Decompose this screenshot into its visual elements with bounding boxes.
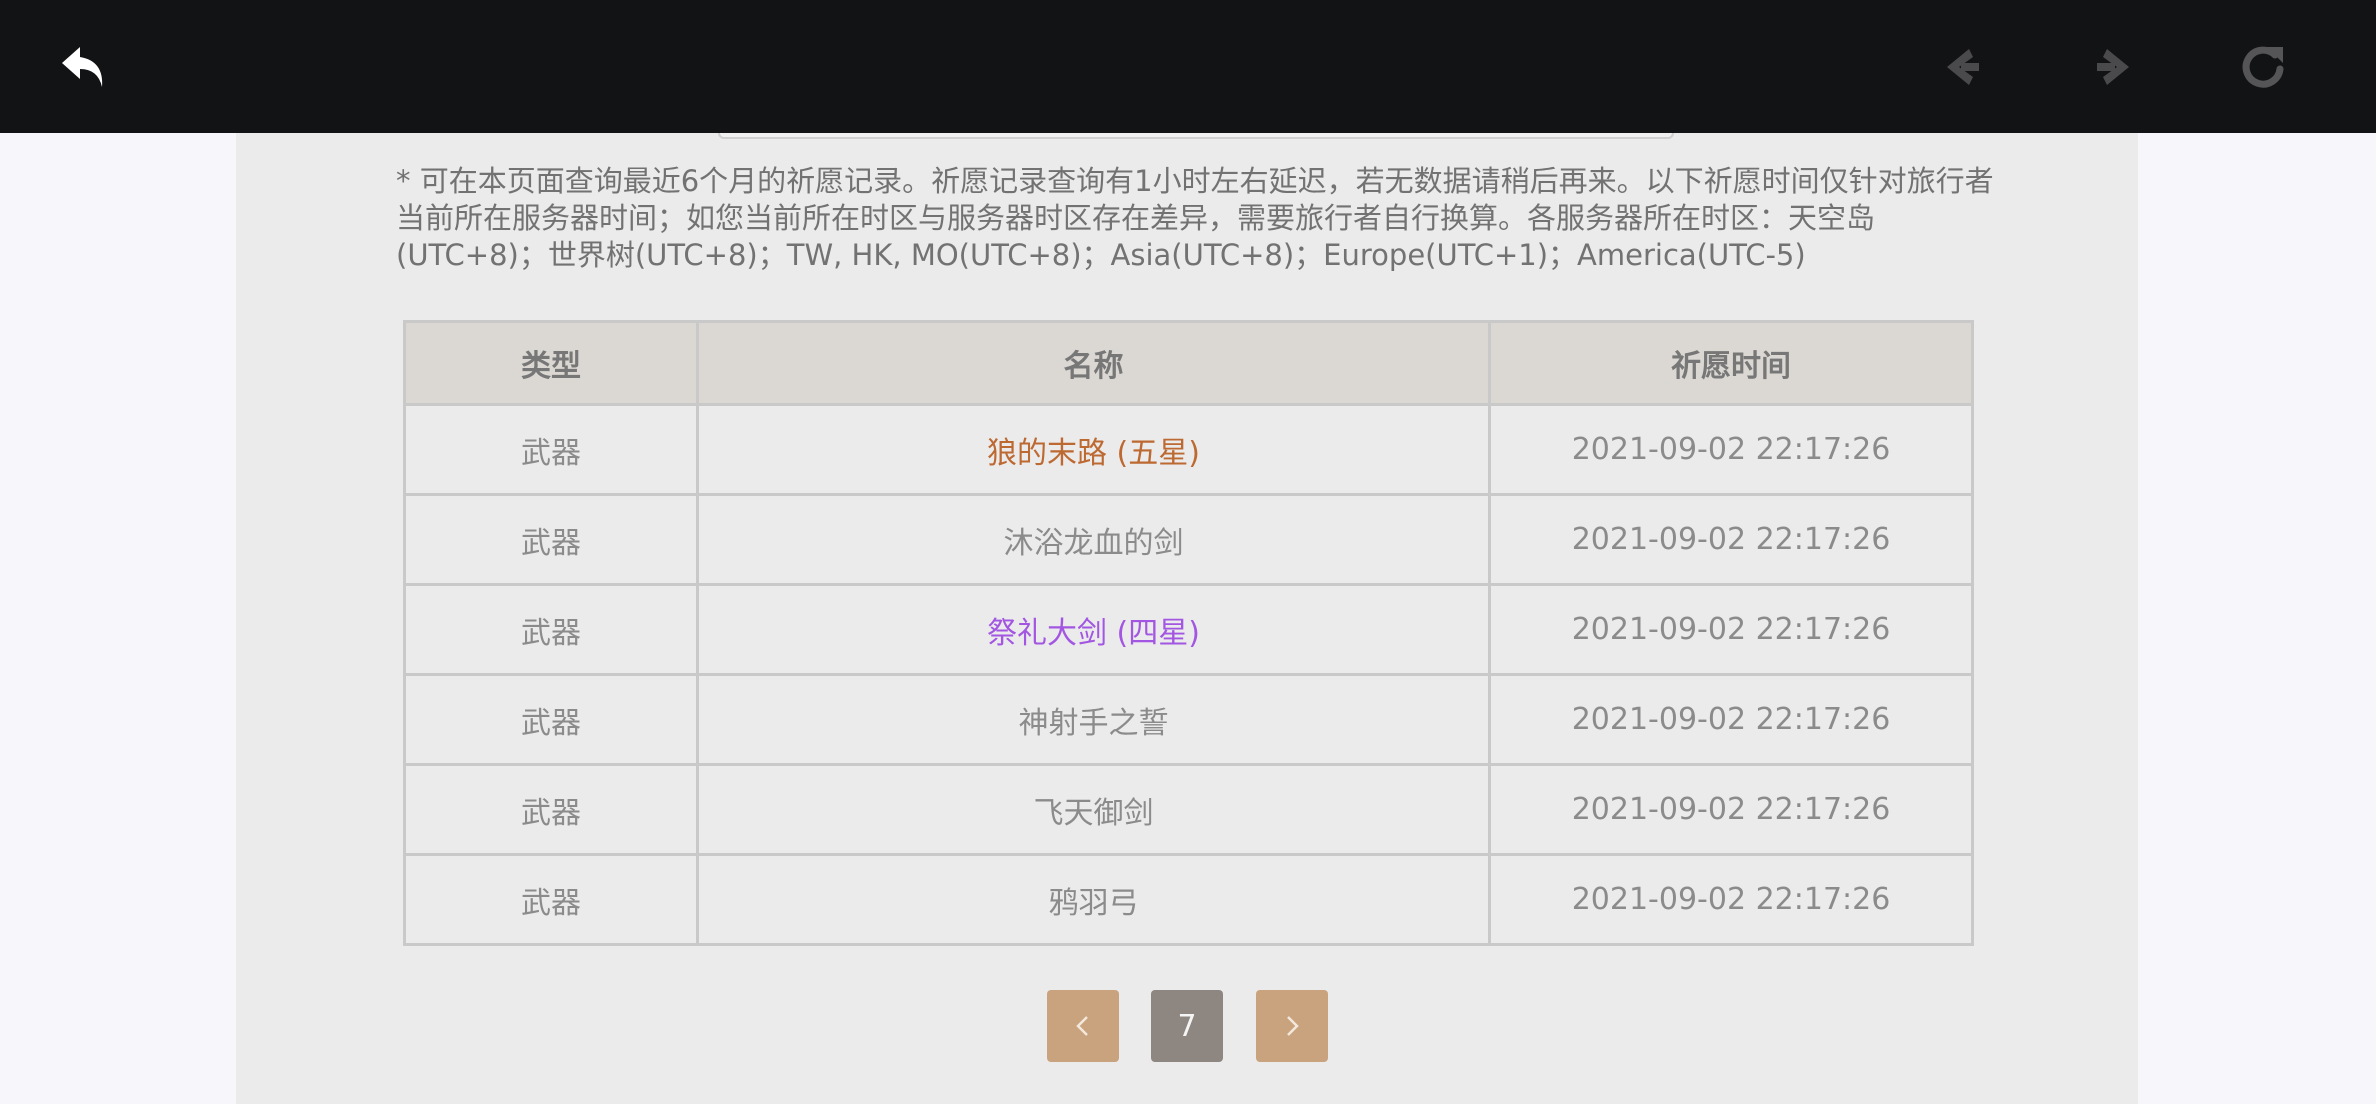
row-time: 2021-09-02 22:17:26 — [1488, 403, 1974, 496]
table-row: 武器 飞天御剑 2021-09-02 22:17:26 — [403, 763, 1974, 856]
prev-page-button[interactable] — [1047, 990, 1119, 1062]
row-time: 2021-09-02 22:17:26 — [1488, 763, 1974, 856]
top-toolbar — [0, 0, 2376, 133]
refresh-button[interactable] — [2232, 36, 2294, 98]
table-header-row: 类型 名称 祈愿时间 — [403, 320, 1974, 406]
table-row: 武器 鸦羽弓 2021-09-02 22:17:26 — [403, 853, 1974, 946]
row-item-name: 鸦羽弓 — [696, 853, 1491, 946]
row-item-name: 神射手之誓 — [696, 673, 1491, 766]
row-time: 2021-09-02 22:17:26 — [1488, 853, 1974, 946]
row-type: 武器 — [403, 583, 699, 676]
nav-forward-icon — [2097, 49, 2129, 85]
row-item-name: 沐浴龙血的剑 — [696, 493, 1491, 586]
record-notice: * 可在本页面查询最近6个月的祈愿记录。祈愿记录查询有1小时左右延迟，若无数据请… — [396, 164, 1994, 272]
nav-back-icon — [1947, 49, 1979, 85]
row-type: 武器 — [403, 673, 699, 766]
wish-history-table: 类型 名称 祈愿时间 武器 狼的末路 (五星) 2021-09-02 22:17… — [403, 320, 1974, 946]
nav-back-button[interactable] — [1932, 36, 1994, 98]
next-page-button[interactable] — [1256, 990, 1328, 1062]
table-row: 武器 狼的末路 (五星) 2021-09-02 22:17:26 — [403, 403, 1974, 496]
header-name: 名称 — [696, 320, 1491, 406]
back-arrow-icon — [62, 47, 103, 87]
chevron-right-icon — [1287, 1016, 1299, 1036]
row-time: 2021-09-02 22:17:26 — [1488, 673, 1974, 766]
row-item-name: 狼的末路 (五星) — [696, 403, 1491, 496]
back-button[interactable] — [53, 36, 115, 98]
content-panel: * 可在本页面查询最近6个月的祈愿记录。祈愿记录查询有1小时左右延迟，若无数据请… — [236, 133, 2138, 1104]
row-time: 2021-09-02 22:17:26 — [1488, 493, 1974, 586]
row-item-name: 飞天御剑 — [696, 763, 1491, 856]
table-row: 武器 沐浴龙血的剑 2021-09-02 22:17:26 — [403, 493, 1974, 586]
row-type: 武器 — [403, 493, 699, 586]
table-row: 武器 祭礼大剑 (四星) 2021-09-02 22:17:26 — [403, 583, 1974, 676]
refresh-icon — [2242, 46, 2284, 88]
row-time: 2021-09-02 22:17:26 — [1488, 583, 1974, 676]
row-type: 武器 — [403, 853, 699, 946]
pool-select-bottom[interactable] — [718, 133, 1674, 139]
nav-forward-button[interactable] — [2082, 36, 2144, 98]
header-time: 祈愿时间 — [1488, 320, 1974, 406]
chevron-left-icon — [1076, 1016, 1088, 1036]
table-row: 武器 神射手之誓 2021-09-02 22:17:26 — [403, 673, 1974, 766]
current-page-indicator: 7 — [1151, 990, 1223, 1062]
row-type: 武器 — [403, 763, 699, 856]
header-type: 类型 — [403, 320, 699, 406]
row-type: 武器 — [403, 403, 699, 496]
row-item-name: 祭礼大剑 (四星) — [696, 583, 1491, 676]
